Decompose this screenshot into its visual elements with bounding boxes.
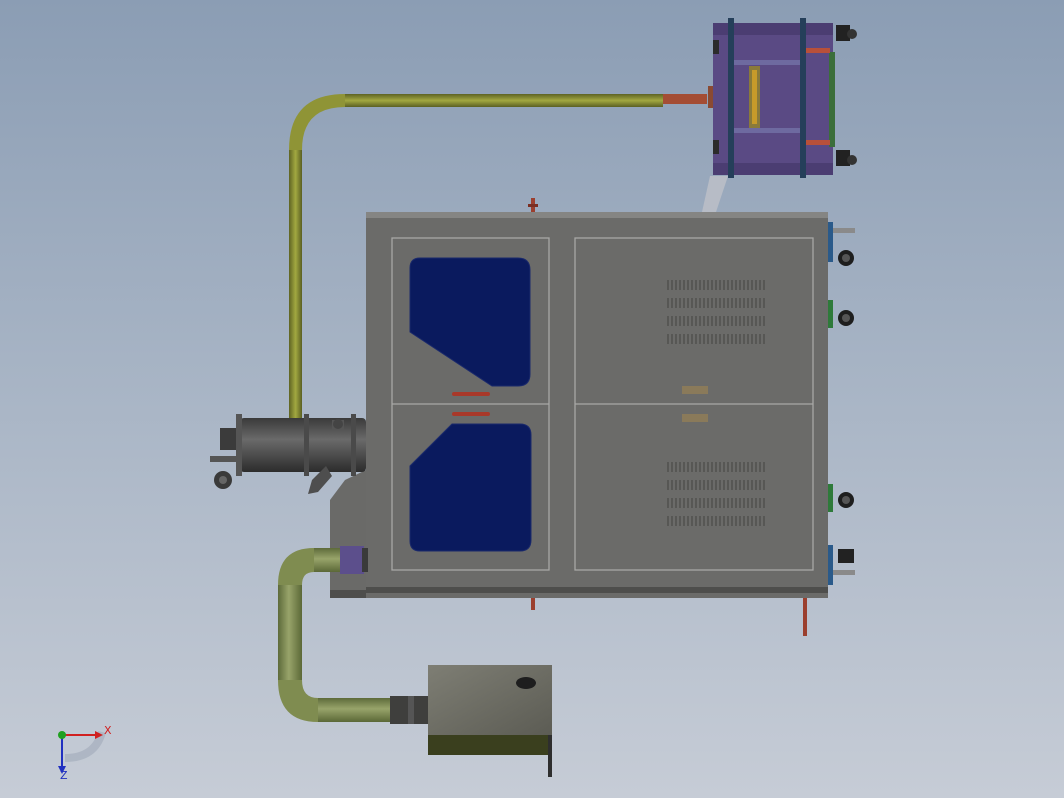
x-axis-label: X — [104, 724, 112, 737]
left-cylinder[interactable] — [210, 414, 366, 494]
cad-viewport[interactable]: X Z — [0, 0, 1064, 798]
coordinate-triad: X Z — [58, 724, 112, 782]
top-valve[interactable] — [528, 198, 538, 212]
y-axis-dot-icon — [58, 731, 66, 739]
bottom-tank[interactable] — [428, 665, 552, 777]
main-cabinet[interactable] — [330, 212, 828, 598]
z-axis-label: Z — [60, 769, 68, 782]
door-handle-lower[interactable] — [682, 414, 708, 422]
door-handle-upper[interactable] — [682, 386, 708, 394]
heat-exchanger[interactable] — [702, 18, 857, 212]
